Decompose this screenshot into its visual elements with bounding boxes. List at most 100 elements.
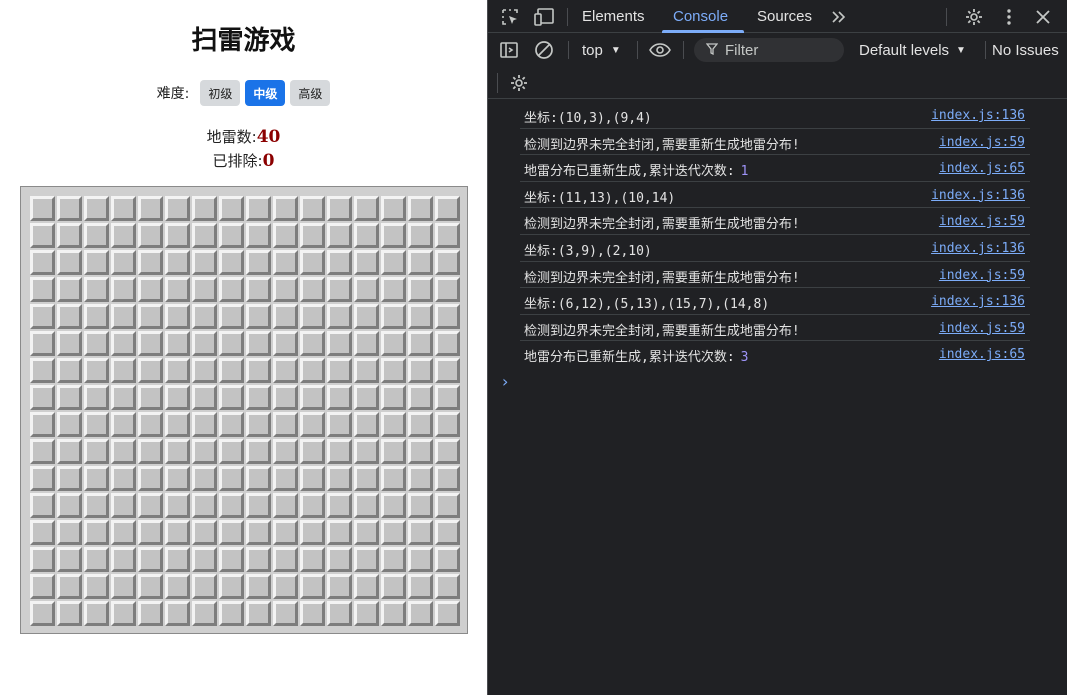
board-cell[interactable] xyxy=(219,331,244,356)
board-cell[interactable] xyxy=(30,250,55,275)
settings-icon[interactable] xyxy=(962,5,986,29)
board-cell[interactable] xyxy=(408,385,433,410)
log-source-link[interactable]: index.js:59 xyxy=(939,268,1025,283)
board-cell[interactable] xyxy=(327,520,352,545)
board-cell[interactable] xyxy=(300,547,325,572)
board-cell[interactable] xyxy=(273,520,298,545)
board-cell[interactable] xyxy=(165,601,190,626)
log-source-link[interactable]: index.js:136 xyxy=(931,108,1025,123)
board-cell[interactable] xyxy=(273,196,298,221)
board-cell[interactable] xyxy=(84,439,109,464)
board-cell[interactable] xyxy=(138,547,163,572)
board-cell[interactable] xyxy=(246,385,271,410)
board-cell[interactable] xyxy=(30,439,55,464)
board-cell[interactable] xyxy=(57,250,82,275)
board-cell[interactable] xyxy=(30,601,55,626)
board-cell[interactable] xyxy=(300,277,325,302)
board-cell[interactable] xyxy=(381,439,406,464)
board-cell[interactable] xyxy=(138,493,163,518)
board-cell[interactable] xyxy=(192,547,217,572)
board-cell[interactable] xyxy=(354,574,379,599)
board-cell[interactable] xyxy=(30,385,55,410)
board-cell[interactable] xyxy=(246,601,271,626)
board-cell[interactable] xyxy=(84,304,109,329)
board-cell[interactable] xyxy=(219,520,244,545)
board-cell[interactable] xyxy=(435,601,460,626)
board-cell[interactable] xyxy=(219,358,244,383)
board-cell[interactable] xyxy=(138,601,163,626)
board-cell[interactable] xyxy=(300,439,325,464)
board-cell[interactable] xyxy=(327,277,352,302)
board-cell[interactable] xyxy=(273,493,298,518)
board-cell[interactable] xyxy=(84,250,109,275)
board-cell[interactable] xyxy=(435,547,460,572)
board-cell[interactable] xyxy=(273,331,298,356)
board-cell[interactable] xyxy=(192,520,217,545)
filter-input[interactable]: Filter xyxy=(694,38,844,62)
board-cell[interactable] xyxy=(219,412,244,437)
board-cell[interactable] xyxy=(300,466,325,491)
board-cell[interactable] xyxy=(111,358,136,383)
board-cell[interactable] xyxy=(408,304,433,329)
board-cell[interactable] xyxy=(435,493,460,518)
board-cell[interactable] xyxy=(273,601,298,626)
board-cell[interactable] xyxy=(30,277,55,302)
board-cell[interactable] xyxy=(84,520,109,545)
board-cell[interactable] xyxy=(408,331,433,356)
board-cell[interactable] xyxy=(273,412,298,437)
board-cell[interactable] xyxy=(408,277,433,302)
board-cell[interactable] xyxy=(57,493,82,518)
board-cell[interactable] xyxy=(354,466,379,491)
board-cell[interactable] xyxy=(84,493,109,518)
board-cell[interactable] xyxy=(57,304,82,329)
board-cell[interactable] xyxy=(381,223,406,248)
board-cell[interactable] xyxy=(354,250,379,275)
board-cell[interactable] xyxy=(57,601,82,626)
board-cell[interactable] xyxy=(165,493,190,518)
board-cell[interactable] xyxy=(300,520,325,545)
board-cell[interactable] xyxy=(246,304,271,329)
board-cell[interactable] xyxy=(84,547,109,572)
board-cell[interactable] xyxy=(354,520,379,545)
board-cell[interactable] xyxy=(219,601,244,626)
board-cell[interactable] xyxy=(408,493,433,518)
board-cell[interactable] xyxy=(84,601,109,626)
board-cell[interactable] xyxy=(57,358,82,383)
board-cell[interactable] xyxy=(219,304,244,329)
board-cell[interactable] xyxy=(165,277,190,302)
board-cell[interactable] xyxy=(84,223,109,248)
board-cell[interactable] xyxy=(138,250,163,275)
board-cell[interactable] xyxy=(327,574,352,599)
context-selector[interactable]: top ▼ xyxy=(582,39,621,61)
board-cell[interactable] xyxy=(246,196,271,221)
board-cell[interactable] xyxy=(381,250,406,275)
board-cell[interactable] xyxy=(246,412,271,437)
board-cell[interactable] xyxy=(354,331,379,356)
board-cell[interactable] xyxy=(192,466,217,491)
board-cell[interactable] xyxy=(435,385,460,410)
board-cell[interactable] xyxy=(138,358,163,383)
board-cell[interactable] xyxy=(246,358,271,383)
board-cell[interactable] xyxy=(408,466,433,491)
board-cell[interactable] xyxy=(192,574,217,599)
board-cell[interactable] xyxy=(246,466,271,491)
board-cell[interactable] xyxy=(408,439,433,464)
board-cell[interactable] xyxy=(300,574,325,599)
board-cell[interactable] xyxy=(300,493,325,518)
board-cell[interactable] xyxy=(111,439,136,464)
inspect-icon[interactable] xyxy=(498,5,522,29)
board-cell[interactable] xyxy=(354,547,379,572)
board-cell[interactable] xyxy=(84,574,109,599)
board-cell[interactable] xyxy=(192,223,217,248)
issues-counter[interactable]: No Issues xyxy=(992,39,1059,61)
board-cell[interactable] xyxy=(219,547,244,572)
board-cell[interactable] xyxy=(219,277,244,302)
board-cell[interactable] xyxy=(327,547,352,572)
board-cell[interactable] xyxy=(300,358,325,383)
board-cell[interactable] xyxy=(138,223,163,248)
board-cell[interactable] xyxy=(354,385,379,410)
board-cell[interactable] xyxy=(138,277,163,302)
board-cell[interactable] xyxy=(435,358,460,383)
sidebar-icon[interactable] xyxy=(497,38,521,62)
board-cell[interactable] xyxy=(435,412,460,437)
